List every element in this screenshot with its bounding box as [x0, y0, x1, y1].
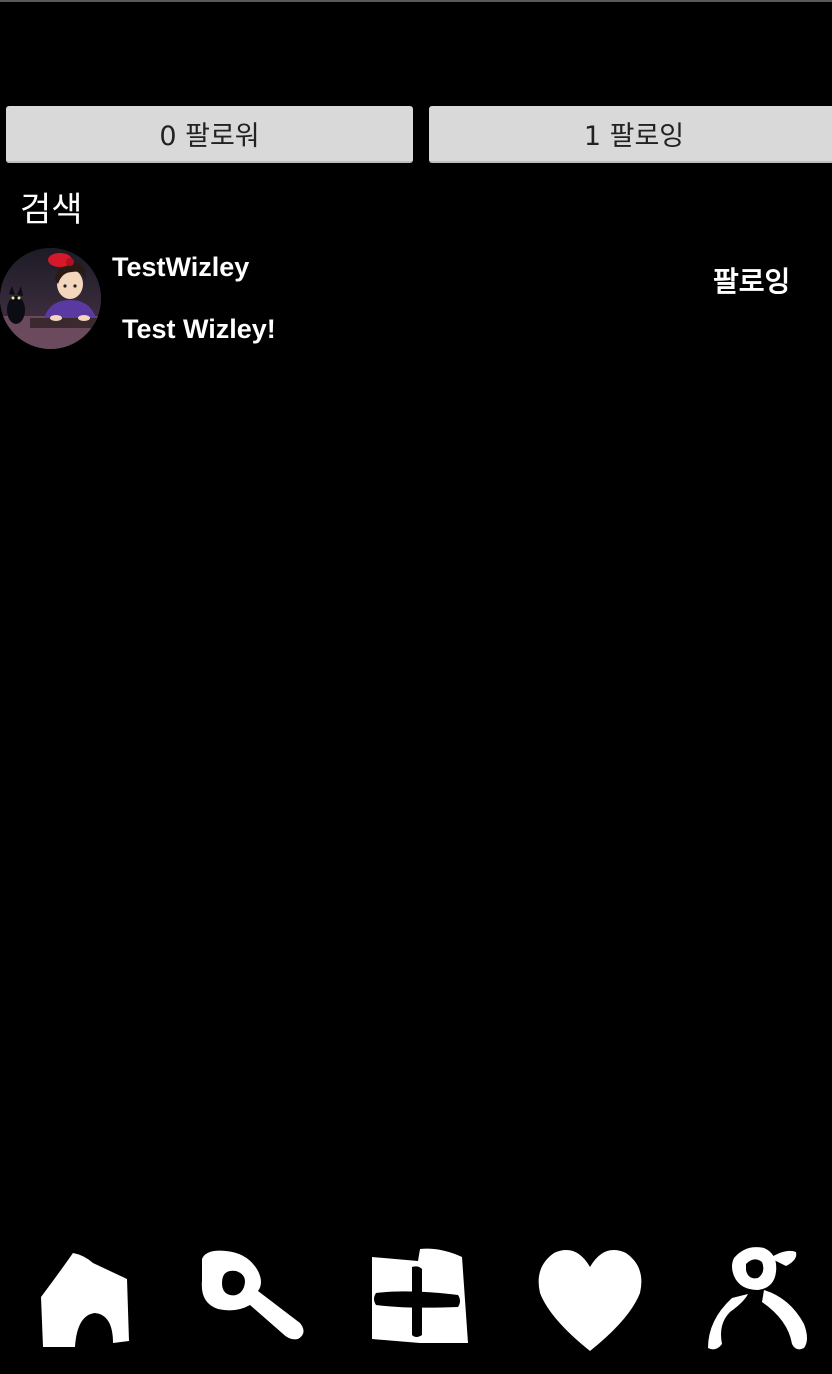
- nav-home[interactable]: [24, 1238, 144, 1358]
- user-list-item[interactable]: TestWizley Test Wizley! 팔로잉: [0, 246, 832, 354]
- heart-icon: [538, 1250, 642, 1351]
- avatar[interactable]: [0, 248, 101, 349]
- profile-icon: [708, 1247, 807, 1350]
- bottom-navigation: [0, 1238, 832, 1358]
- search-icon: [201, 1250, 304, 1340]
- user-bio: Test Wizley!: [122, 314, 276, 344]
- add-icon: [372, 1248, 468, 1343]
- followers-tab[interactable]: 0 팔로워: [6, 106, 413, 163]
- following-tab-label: 1 팔로잉: [583, 121, 685, 152]
- following-button[interactable]: 팔로잉: [713, 260, 790, 300]
- username[interactable]: TestWizley: [112, 252, 249, 283]
- nav-search[interactable]: [192, 1238, 312, 1358]
- top-border: [0, 0, 832, 2]
- search-label[interactable]: 검색: [20, 186, 83, 234]
- followers-tab-label: 0 팔로워: [159, 121, 260, 152]
- nav-profile[interactable]: [700, 1238, 820, 1358]
- nav-add[interactable]: [358, 1238, 478, 1358]
- following-tab[interactable]: 1 팔로잉: [429, 106, 832, 163]
- nav-activity[interactable]: [530, 1238, 650, 1358]
- home-icon: [41, 1253, 129, 1347]
